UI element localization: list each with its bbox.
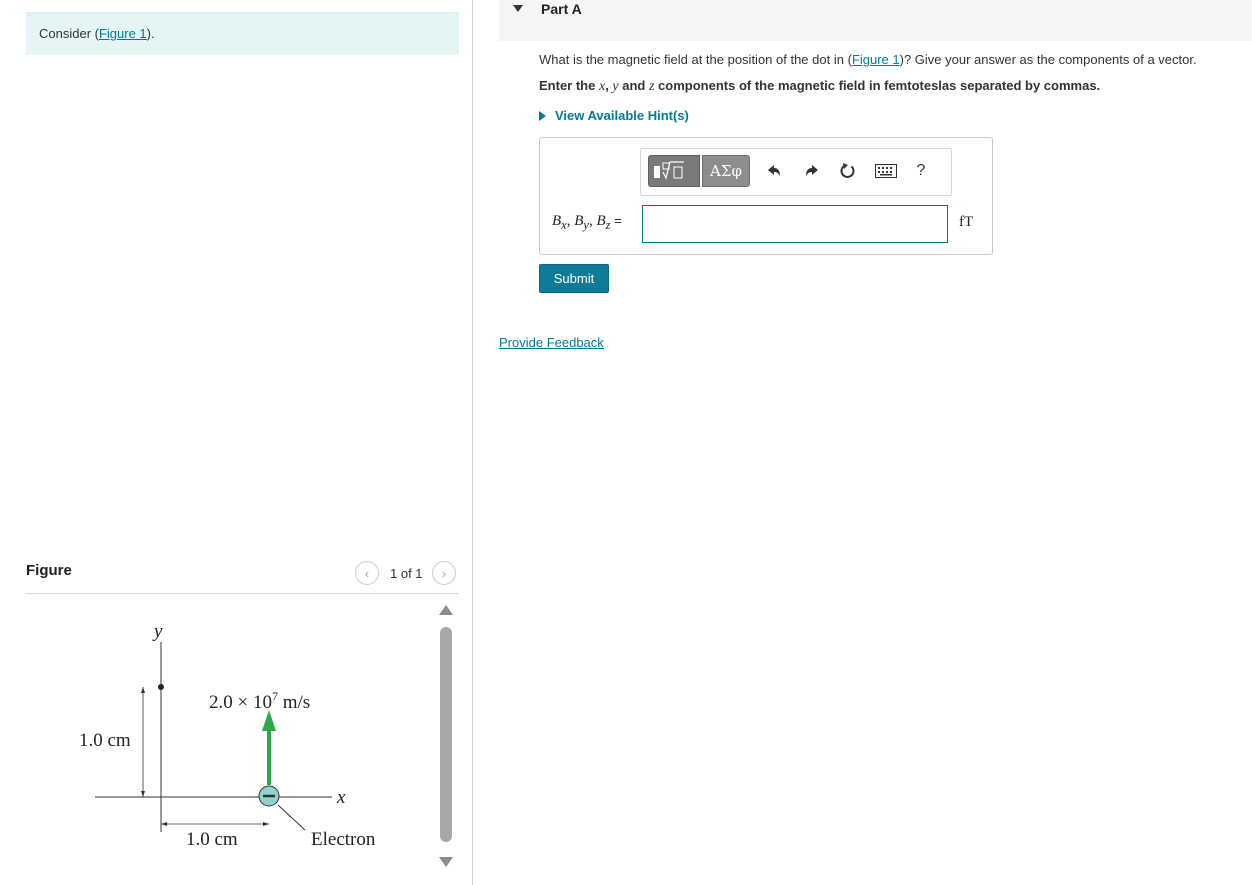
velocity-arrow-head bbox=[262, 710, 276, 731]
help-button[interactable]: ? bbox=[911, 159, 931, 183]
reset-icon bbox=[840, 163, 855, 178]
instruction-and: and bbox=[618, 78, 649, 93]
vertical-distance-label: 1.0 cm bbox=[79, 730, 131, 751]
y-axis-label: y bbox=[152, 621, 163, 642]
templates-button[interactable] bbox=[648, 155, 700, 187]
vertical-dimension-arrow-bottom bbox=[141, 791, 145, 797]
figure-pager: 1 of 1 bbox=[390, 566, 423, 581]
undo-icon bbox=[768, 165, 780, 176]
answer-label: Bx, By, Bz = bbox=[552, 213, 622, 233]
horizontal-dimension-arrow-left bbox=[161, 822, 167, 826]
redo-icon bbox=[806, 165, 818, 176]
answer-input[interactable] bbox=[642, 205, 948, 243]
part-title: Part A bbox=[541, 1, 582, 17]
greek-symbols-button[interactable]: ΑΣφ bbox=[702, 155, 750, 187]
question-prefix: What is the magnetic field at the positi… bbox=[539, 52, 852, 67]
submit-button[interactable]: Submit bbox=[539, 264, 609, 293]
instruction-text: Enter the x, y and z components of the m… bbox=[539, 78, 1100, 95]
consider-text: Consider (Figure 1). bbox=[39, 26, 155, 41]
scrollbar-thumb[interactable] bbox=[440, 627, 452, 842]
horizontal-dimension-arrow-right bbox=[263, 822, 269, 826]
velocity-unit: m/s bbox=[278, 692, 310, 713]
part-header[interactable]: Part A bbox=[499, 0, 1252, 41]
keyboard-button[interactable] bbox=[873, 159, 899, 183]
velocity-label: 2.0 × 107 m/s bbox=[209, 689, 310, 713]
view-hints-toggle[interactable]: View Available Hint(s) bbox=[539, 108, 689, 123]
answer-box: ΑΣφ ? Bx, By, Bz = fT bbox=[539, 137, 993, 255]
instruction-prefix: Enter the bbox=[539, 78, 599, 93]
question-text: What is the magnetic field at the positi… bbox=[539, 52, 1197, 67]
unit-label: fT bbox=[959, 214, 974, 230]
consider-banner: Consider (Figure 1). bbox=[26, 12, 459, 55]
reset-button[interactable] bbox=[837, 159, 859, 183]
consider-prefix: Consider ( bbox=[39, 26, 99, 41]
math-toolbar: ΑΣφ ? bbox=[640, 148, 952, 196]
question-suffix: )? Give your answer as the components of… bbox=[899, 52, 1197, 67]
redo-button[interactable] bbox=[801, 159, 823, 183]
bx-symbol: B bbox=[552, 213, 562, 229]
collapse-caret-icon[interactable] bbox=[513, 5, 523, 12]
velocity-magnitude: 2.0 × 10 bbox=[209, 692, 272, 713]
keyboard-icon bbox=[875, 164, 897, 178]
instruction-suffix: components of the magnetic field in femt… bbox=[654, 78, 1101, 93]
undo-button[interactable] bbox=[763, 159, 785, 183]
pane-divider[interactable] bbox=[472, 0, 473, 885]
scroll-down-arrow-icon[interactable] bbox=[439, 857, 453, 867]
vertical-dimension-arrow-top bbox=[141, 687, 145, 693]
electron-label: Electron bbox=[311, 829, 376, 850]
scroll-up-arrow-icon[interactable] bbox=[439, 605, 453, 615]
x-axis-label: x bbox=[336, 787, 346, 808]
templates-icon bbox=[654, 161, 684, 180]
provide-feedback-link[interactable]: Provide Feedback bbox=[499, 335, 604, 350]
previous-figure-button[interactable]: ‹ bbox=[355, 561, 379, 585]
figure-link[interactable]: Figure 1 bbox=[99, 26, 147, 41]
question-figure-link[interactable]: Figure 1 bbox=[852, 52, 900, 67]
next-figure-button[interactable]: › bbox=[432, 561, 456, 585]
expand-caret-icon bbox=[539, 110, 546, 121]
consider-suffix: ). bbox=[146, 26, 155, 41]
electron-pointer-line bbox=[277, 804, 306, 831]
chevron-right-icon: › bbox=[441, 565, 447, 581]
figure-title: Figure bbox=[26, 562, 72, 579]
horizontal-distance-label: 1.0 cm bbox=[186, 829, 238, 850]
figure-diagram: y x 1.0 cm 1.0 cm 2.0 × 107 m/s Electron bbox=[79, 621, 376, 850]
bz-symbol: B bbox=[596, 213, 606, 229]
hint-label: View Available Hint(s) bbox=[555, 108, 689, 123]
figure-divider bbox=[26, 593, 459, 594]
chevron-left-icon: ‹ bbox=[364, 565, 370, 581]
field-point-dot bbox=[158, 684, 164, 690]
equals-sign: = bbox=[610, 213, 622, 228]
